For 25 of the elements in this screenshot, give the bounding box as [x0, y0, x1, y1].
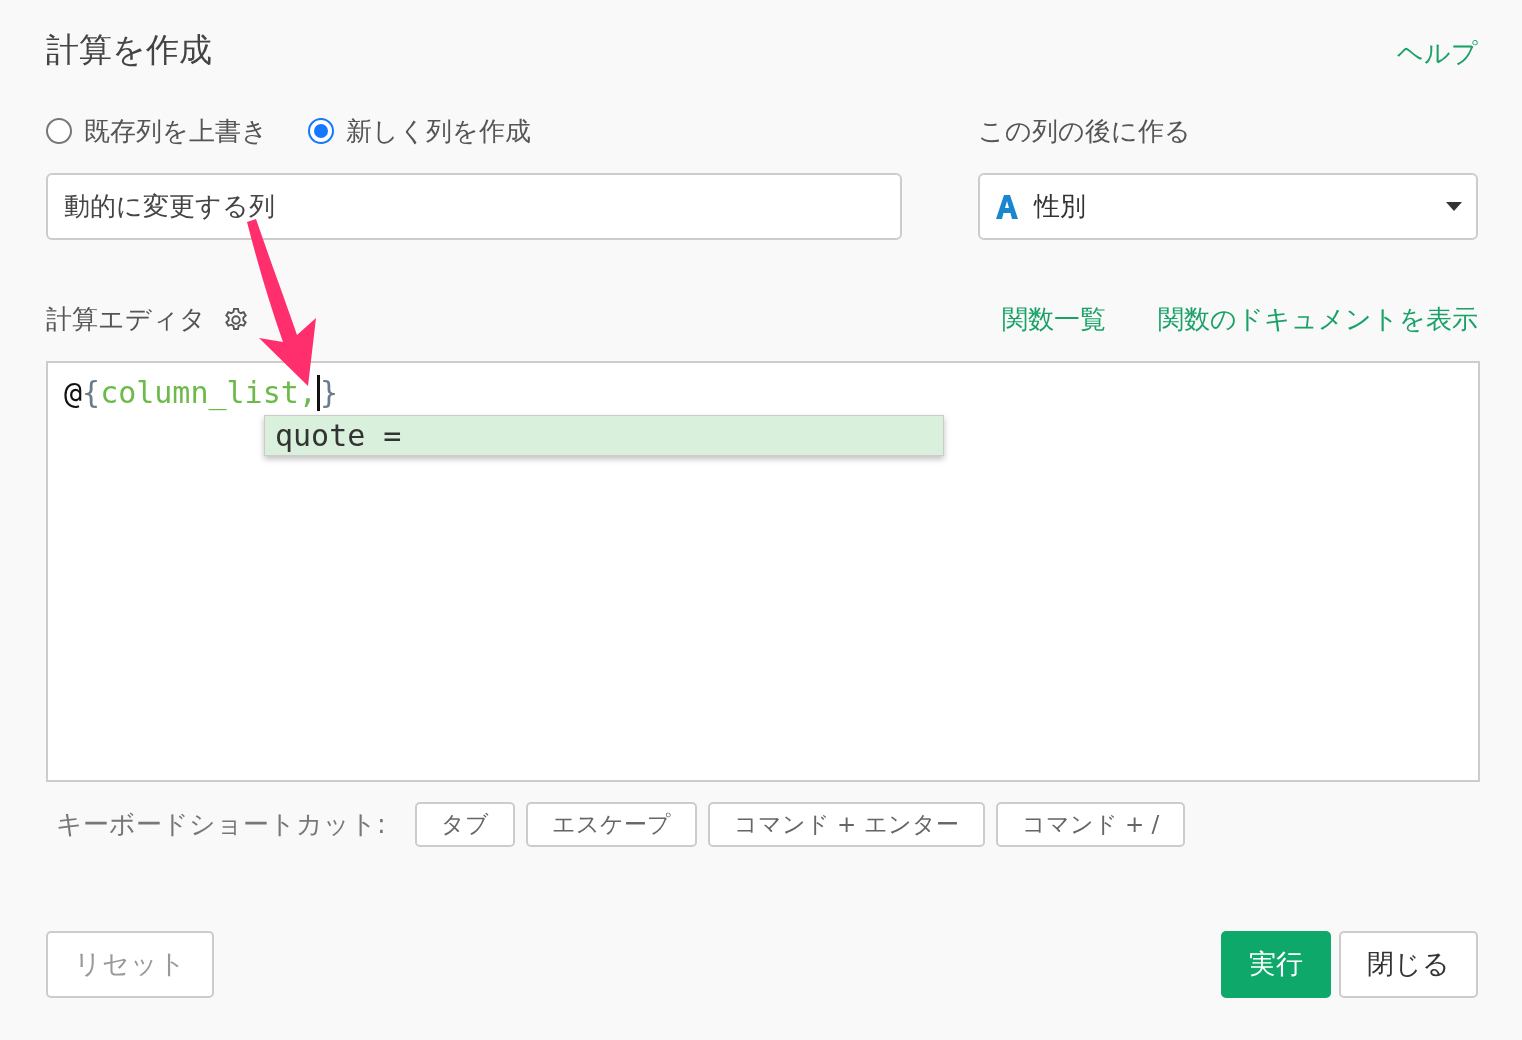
code-token: @ [64, 374, 83, 412]
shortcut-key: エスケープ [525, 802, 697, 847]
code-token: { [82, 374, 101, 412]
close-button[interactable]: 閉じる [1339, 930, 1478, 998]
dropdown-value: 性別 [1034, 190, 1087, 223]
shortcut-key: コマンド + / [995, 802, 1186, 847]
editor-label: 計算エディタ [46, 303, 206, 336]
code-editor[interactable]: @{column_list,} quote = [46, 361, 1480, 782]
radio-label[interactable]: 既存列を上書き [84, 111, 268, 151]
insert-after-label: この列の後に作る [978, 114, 1191, 148]
code-token: } [319, 374, 338, 412]
shortcut-key: タブ [414, 802, 515, 847]
text-type-icon [994, 193, 1020, 220]
radio-button[interactable] [46, 118, 72, 144]
radio-button[interactable] [308, 118, 334, 144]
column-dropdown[interactable]: 性別 [978, 173, 1478, 240]
caret-icon [1446, 202, 1462, 211]
text-cursor [316, 374, 320, 411]
shortcuts-label: キーボードショートカット: [56, 807, 386, 841]
code-token: column_list, [100, 374, 317, 412]
radio-label[interactable]: 新しく列を作成 [346, 111, 531, 151]
dialog-title: 計算を作成 [46, 30, 212, 70]
column-name-field[interactable]: 動的に変更する列 [46, 173, 902, 240]
shortcut-key: コマンド + エンター [707, 802, 985, 847]
autocomplete-suggestion[interactable]: quote = [264, 415, 944, 456]
